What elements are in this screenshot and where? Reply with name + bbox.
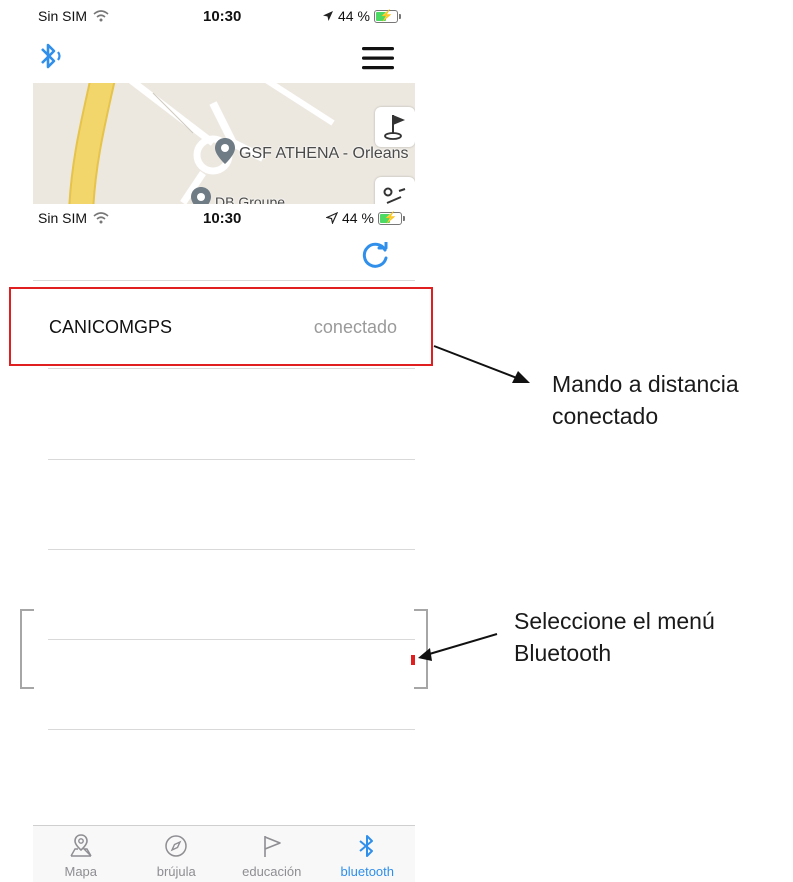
annotation-arrows [418, 345, 530, 661]
callout-line: conectado [552, 403, 659, 429]
callout-line: Mando a distancia [552, 371, 739, 397]
callout-connected: Mando a distancia conectado [552, 368, 739, 432]
callout-line: Seleccione el menú [514, 608, 715, 634]
callout-select-menu: Seleccione el menú Bluetooth [514, 605, 715, 669]
callout-line: Bluetooth [514, 640, 612, 666]
